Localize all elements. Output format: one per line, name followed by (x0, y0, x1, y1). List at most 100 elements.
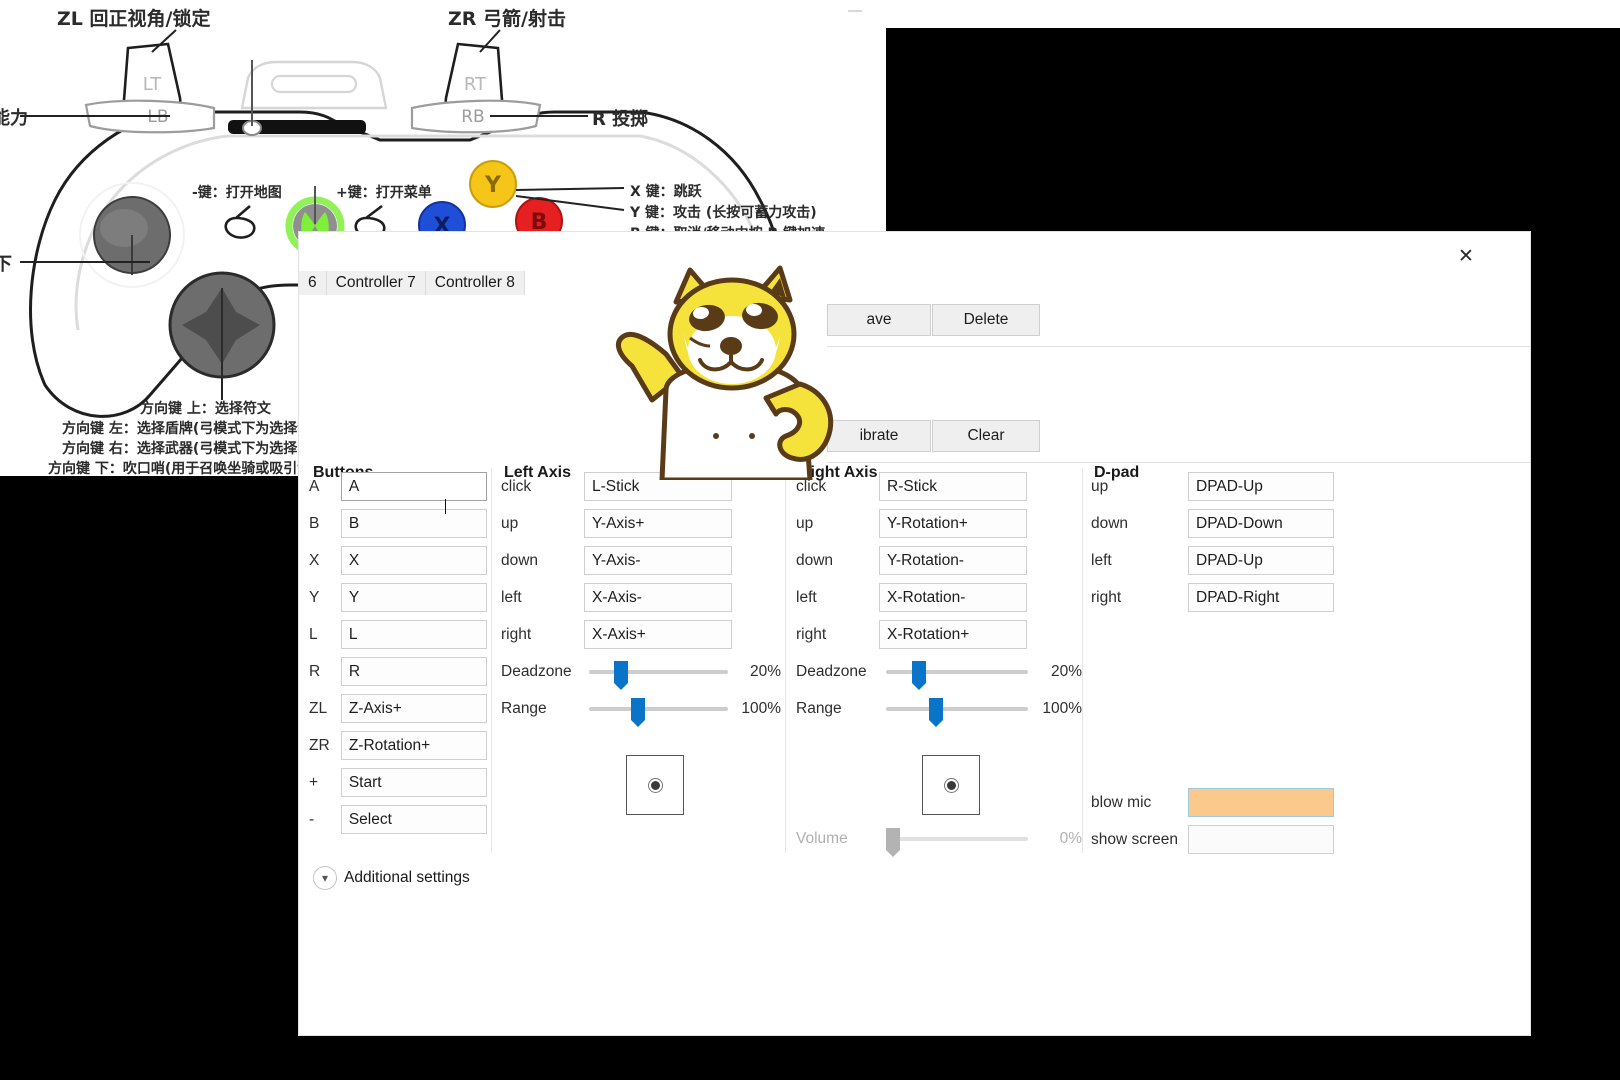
divider-mid (827, 462, 1530, 463)
right-axis-deadzone-slider[interactable] (886, 670, 1028, 674)
left-axis-input-left[interactable]: X-Axis- (584, 583, 732, 612)
right-axis-input-down[interactable]: Y-Rotation- (879, 546, 1027, 575)
binding-row-plus: + Start (309, 764, 487, 801)
binding-input-b[interactable]: B (341, 509, 487, 538)
guide-label-r-throw: R 投掷 (592, 105, 648, 131)
left-axis-deadzone-thumb[interactable] (614, 661, 628, 683)
binding-row-a: A A (309, 468, 487, 505)
dpad-row-down: down DPAD-Down (1091, 505, 1351, 542)
left-axis-label-right: right (501, 626, 584, 644)
tab-controller-7[interactable]: Controller 7 (327, 271, 426, 295)
volume-slider[interactable] (886, 837, 1028, 841)
blow-mic-input[interactable] (1188, 788, 1334, 817)
right-axis-range-value: 100% (1028, 700, 1082, 718)
close-icon[interactable]: ✕ (1446, 240, 1486, 272)
binding-input-zl[interactable]: Z-Axis+ (341, 694, 487, 723)
left-axis-row-right: right X-Axis+ (501, 616, 781, 653)
dpad-row-right: right DPAD-Right (1091, 579, 1351, 616)
dpad-label-down: down (1091, 515, 1188, 533)
blow-mic-row: blow mic (1091, 784, 1351, 821)
column-divider-2 (785, 468, 786, 853)
binding-input-l[interactable]: L (341, 620, 487, 649)
right-axis-input-right[interactable]: X-Rotation+ (879, 620, 1027, 649)
binding-input-y[interactable]: Y (341, 583, 487, 612)
left-axis-range-value: 100% (728, 700, 781, 718)
svg-text:LT: LT (143, 74, 163, 95)
guide-label-zl: ZL 回正视角/锁定 (57, 4, 210, 31)
guide-note-y: Y 键：攻击 (长按可蓄力攻击) (630, 202, 817, 222)
show-screen-input[interactable] (1188, 825, 1334, 854)
right-axis-range-row: Range 100% (796, 690, 1086, 727)
binding-row-x: X X (309, 542, 487, 579)
left-axis-input-up[interactable]: Y-Axis+ (584, 509, 732, 538)
dpad-label-right: right (1091, 589, 1188, 607)
svg-text:RB: RB (461, 107, 484, 127)
dpad-input-right[interactable]: DPAD-Right (1188, 583, 1334, 612)
left-axis-deadzone-row: Deadzone 20% (501, 653, 781, 690)
volume-thumb[interactable] (886, 828, 900, 850)
right-axis-deadzone-thumb[interactable] (912, 661, 926, 683)
guide-note-dpad-down: 方向键 下：吹口哨(用于召唤坐骑或吸引敌人) (48, 458, 332, 478)
volume-label: Volume (796, 830, 886, 848)
row-label-zl: ZL (309, 700, 341, 718)
dpad-input-down[interactable]: DPAD-Down (1188, 509, 1334, 538)
tab-controller-6[interactable]: 6 (299, 271, 327, 295)
chevron-down-icon: ▾ (313, 866, 337, 890)
tab-controller-8[interactable]: Controller 8 (426, 271, 525, 295)
left-axis-row-up: up Y-Axis+ (501, 505, 781, 542)
left-axis-range-slider[interactable] (589, 707, 728, 711)
dpad-label-up: up (1091, 478, 1188, 496)
right-axis-input-left[interactable]: X-Rotation- (879, 583, 1027, 612)
buttons-column: A A B B X X Y Y L L R R (309, 468, 487, 838)
additional-settings-label: Additional settings (344, 869, 470, 887)
binding-input-minus[interactable]: Select (341, 805, 487, 834)
right-axis-row-left: left X-Rotation- (796, 579, 1086, 616)
volume-row: Volume 0% (796, 820, 1086, 857)
additional-settings-toggle[interactable]: ▾ Additional settings (313, 866, 470, 890)
left-axis-row-down: down Y-Axis- (501, 542, 781, 579)
guide-note-x: X 键：跳跃 (630, 181, 702, 201)
dpad-input-left[interactable]: DPAD-Up (1188, 546, 1334, 575)
volume-value: 0% (1028, 830, 1082, 848)
binding-input-a[interactable]: A (341, 472, 487, 501)
delete-button[interactable]: Delete (932, 304, 1040, 336)
binding-input-x[interactable]: X (341, 546, 487, 575)
right-axis-input-up[interactable]: Y-Rotation+ (879, 509, 1027, 538)
black-region-right (1530, 232, 1620, 1080)
row-label-plus: + (309, 774, 341, 792)
left-stick-dot-icon (651, 781, 660, 790)
right-axis-row-up: up Y-Rotation+ (796, 505, 1086, 542)
binding-row-zr: ZR Z-Rotation+ (309, 727, 487, 764)
right-axis-label-up: up (796, 515, 879, 533)
right-axis-row-down: down Y-Rotation- (796, 542, 1086, 579)
left-stick-preview (626, 755, 684, 815)
right-axis-row-right: right X-Rotation+ (796, 616, 1086, 653)
left-axis-range-thumb[interactable] (631, 698, 645, 720)
right-axis-range-slider[interactable] (886, 707, 1028, 711)
right-stick-dot-icon (947, 781, 956, 790)
left-axis-column: click L-Stick up Y-Axis+ down Y-Axis- le… (501, 468, 781, 727)
binding-row-y: Y Y (309, 579, 487, 616)
binding-input-r[interactable]: R (341, 657, 487, 686)
dpad-row-left: left DPAD-Up (1091, 542, 1351, 579)
left-axis-input-right[interactable]: X-Axis+ (584, 620, 732, 649)
right-axis-deadzone-label: Deadzone (796, 663, 886, 681)
binding-input-zr[interactable]: Z-Rotation+ (341, 731, 487, 760)
dpad-column: up DPAD-Up down DPAD-Down left DPAD-Up r… (1091, 468, 1351, 616)
svg-text:Y: Y (484, 173, 502, 198)
binding-row-r: R R (309, 653, 487, 690)
row-label-y: Y (309, 589, 341, 607)
binding-input-plus[interactable]: Start (341, 768, 487, 797)
dpad-input-up[interactable]: DPAD-Up (1188, 472, 1334, 501)
right-axis-range-thumb[interactable] (929, 698, 943, 720)
right-axis-label-left: left (796, 589, 879, 607)
right-axis-input-click[interactable]: R-Stick (879, 472, 1027, 501)
right-stick-preview (922, 755, 980, 815)
left-axis-input-down[interactable]: Y-Axis- (584, 546, 732, 575)
guide-label-zr: ZR 弓箭/射击 (448, 4, 566, 31)
clear-button[interactable]: Clear (932, 420, 1040, 452)
text-cursor-icon (445, 499, 446, 514)
divider-top (827, 346, 1530, 347)
left-axis-deadzone-slider[interactable] (589, 670, 728, 674)
binding-row-l: L L (309, 616, 487, 653)
